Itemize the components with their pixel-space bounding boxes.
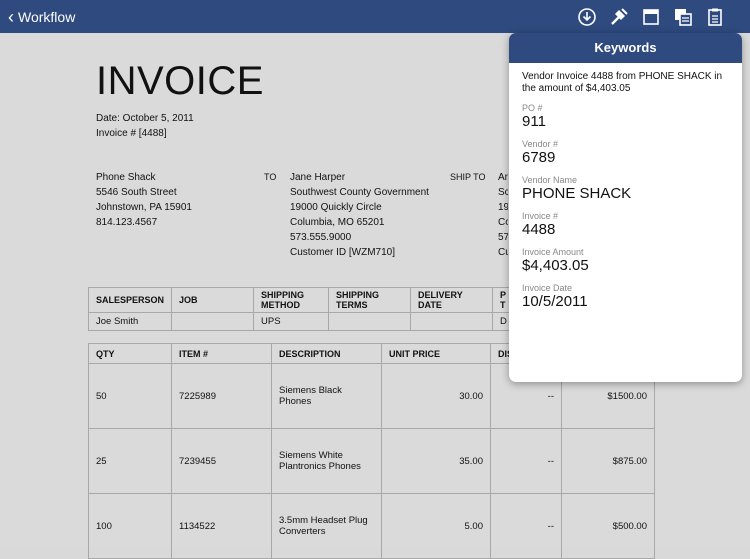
column-header: SALESPERSON bbox=[87, 287, 173, 313]
keywords-popover[interactable]: Keywords Vendor Invoice 4488 from PHONE … bbox=[509, 33, 742, 382]
bill-to-address: Jane Harper Southwest County Government … bbox=[290, 170, 429, 260]
keyword-label: Invoice Date bbox=[522, 283, 573, 293]
download-icon[interactable] bbox=[576, 6, 598, 28]
description-cell: 3.5mm Headset Plug Converters bbox=[271, 493, 382, 559]
table-row: 100 1134522 3.5mm Headset Plug Converter… bbox=[88, 493, 655, 559]
description-cell: Siemens White Plantronics Phones bbox=[271, 428, 382, 494]
keyword-value: $4,403.05 bbox=[522, 257, 589, 274]
keyword-value: 10/5/2011 bbox=[522, 293, 588, 310]
table-header-row: SALESPERSON JOB SHIPPING METHOD SHIPPING… bbox=[87, 287, 515, 313]
unit-price-cell: 30.00 bbox=[381, 363, 491, 429]
invoice-meta: Date: October 5, 2011 Invoice # [4488] bbox=[96, 111, 194, 141]
keyword-field-po[interactable]: PO # 911 bbox=[522, 103, 729, 131]
qty-cell: 25 bbox=[88, 428, 172, 494]
nav-toolbar bbox=[576, 6, 726, 28]
discount-cell: -- bbox=[490, 428, 562, 494]
bill-to-line: Southwest County Government bbox=[290, 187, 429, 198]
item-cell: 7225989 bbox=[171, 363, 272, 429]
column-header: SHIPPING TERMS bbox=[328, 287, 412, 313]
vendor-line: Phone Shack bbox=[96, 172, 156, 183]
unit-price-cell: 35.00 bbox=[381, 428, 491, 494]
keyword-label: Invoice # bbox=[522, 211, 559, 221]
vendor-line: 5546 South Street bbox=[96, 187, 177, 198]
table-row: 25 7239455 Siemens White Plantronics Pho… bbox=[88, 428, 655, 494]
keyword-label: Vendor Name bbox=[522, 175, 578, 185]
table-cell bbox=[328, 312, 412, 331]
bill-to-line: Jane Harper bbox=[290, 172, 346, 183]
back-button[interactable]: ‹ Workflow bbox=[8, 7, 75, 27]
description-cell: Siemens Black Phones bbox=[271, 363, 382, 429]
ship-to-line: Cu bbox=[498, 247, 508, 258]
ship-to-line: Co bbox=[498, 217, 508, 228]
bill-to-line: Customer ID [WZM710] bbox=[290, 247, 396, 258]
keyword-label: Vendor # bbox=[522, 139, 559, 149]
vendor-line: 814.123.4567 bbox=[96, 217, 158, 228]
keyword-field-invoice-number[interactable]: Invoice # 4488 bbox=[522, 211, 729, 239]
copies-icon[interactable] bbox=[672, 6, 694, 28]
ship-to-line: Ar bbox=[498, 172, 508, 183]
line-total-cell: $500.00 bbox=[561, 493, 655, 559]
to-label: TO bbox=[264, 172, 277, 182]
column-header: DESCRIPTION bbox=[271, 343, 382, 364]
qty-cell: 50 bbox=[88, 363, 172, 429]
unit-price-cell: 5.00 bbox=[381, 493, 491, 559]
column-header: SHIPPING METHOD bbox=[253, 287, 330, 313]
invoice-title: INVOICE bbox=[96, 59, 264, 103]
keywords-icon[interactable] bbox=[608, 6, 630, 28]
column-header: JOB bbox=[171, 287, 255, 313]
column-header: UNIT PRICE bbox=[381, 343, 491, 364]
ship-to-line: 57 bbox=[498, 232, 508, 243]
ship-to-line: Sc bbox=[498, 187, 508, 198]
line-total-cell: $875.00 bbox=[561, 428, 655, 494]
table-cell: Joe Smith bbox=[87, 312, 173, 331]
item-cell: 1134522 bbox=[171, 493, 272, 559]
column-header: ITEM # bbox=[171, 343, 272, 364]
bill-to-line: 19000 Quickly Circle bbox=[290, 202, 382, 213]
bill-to-line: 573.555.9000 bbox=[290, 232, 352, 243]
shipping-info-table: SALESPERSON JOB SHIPPING METHOD SHIPPING… bbox=[87, 287, 515, 331]
keyword-value: PHONE SHACK bbox=[522, 185, 632, 202]
invoice-date: Date: October 5, 2011 bbox=[96, 113, 194, 124]
keyword-field-invoice-date[interactable]: Invoice Date 10/5/2011 bbox=[522, 283, 729, 311]
discount-cell: -- bbox=[490, 493, 562, 559]
table-cell bbox=[410, 312, 494, 331]
keyword-value: 4488 bbox=[522, 221, 556, 238]
keyword-field-invoice-amount[interactable]: Invoice Amount $4,403.05 bbox=[522, 247, 729, 275]
chevron-left-icon: ‹ bbox=[8, 7, 14, 27]
ship-to-address: Ar Sc 19 Co 57 Cu bbox=[498, 170, 508, 260]
table-row: Joe Smith UPS D bbox=[87, 312, 515, 331]
clipboard-icon[interactable] bbox=[704, 6, 726, 28]
vendor-address: Phone Shack 5546 South Street Johnstown,… bbox=[96, 170, 192, 230]
popover-body: Vendor Invoice 4488 from PHONE SHACK in … bbox=[509, 63, 742, 319]
invoice-number: Invoice # [4488] bbox=[96, 128, 167, 139]
item-cell: 7239455 bbox=[171, 428, 272, 494]
vendor-line: Johnstown, PA 15901 bbox=[96, 202, 192, 213]
back-button-label: Workflow bbox=[18, 9, 76, 25]
keyword-field-vendor-name[interactable]: Vendor Name PHONE SHACK bbox=[522, 175, 729, 203]
keyword-value: 911 bbox=[522, 113, 546, 130]
keyword-value: 6789 bbox=[522, 149, 556, 166]
qty-cell: 100 bbox=[88, 493, 172, 559]
ship-to-label: SHIP TO bbox=[450, 172, 486, 182]
popover-title: Keywords bbox=[509, 33, 742, 63]
document-summary: Vendor Invoice 4488 from PHONE SHACK in … bbox=[522, 71, 723, 94]
keyword-label: Invoice Amount bbox=[522, 247, 584, 257]
column-header: DELIVERY DATE bbox=[410, 287, 494, 313]
column-header: QTY bbox=[88, 343, 172, 364]
keyword-label: PO # bbox=[522, 103, 543, 113]
keyword-field-vendor-number[interactable]: Vendor # 6789 bbox=[522, 139, 729, 167]
bill-to-line: Columbia, MO 65201 bbox=[290, 217, 385, 228]
ship-to-line: 19 bbox=[498, 202, 508, 213]
table-cell bbox=[171, 312, 255, 331]
table-cell: UPS bbox=[253, 312, 330, 331]
